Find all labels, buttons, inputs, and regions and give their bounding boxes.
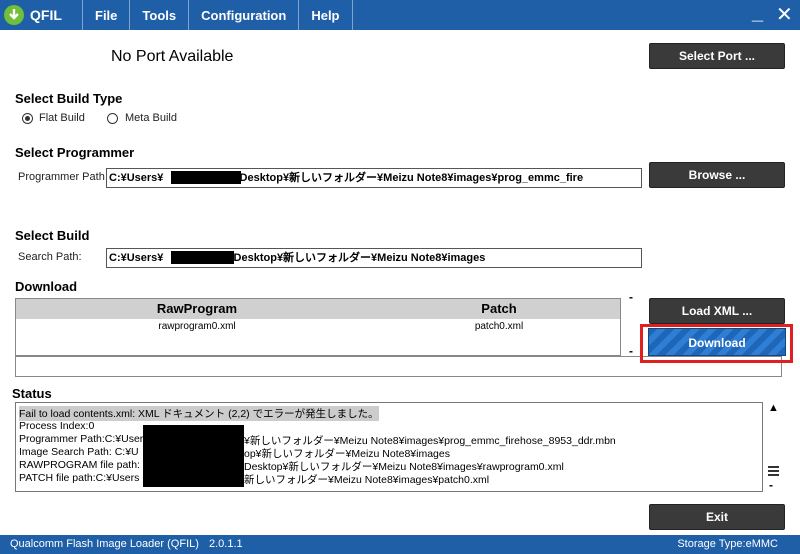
build-type-heading: Select Build Type [15,91,123,106]
browse-label: Browse ... [688,168,746,182]
status-line: Process Index:0 [19,420,95,432]
menu-tools[interactable]: Tools [129,0,188,30]
status-bar: Qualcomm Flash Image Loader (QFIL) 2.0.1… [0,535,800,554]
column-patch: Patch [481,301,517,316]
app-name: QFIL [30,7,62,23]
exit-button[interactable]: Exit [649,504,785,530]
download-table-header: RawProgram Patch [16,299,620,319]
search-path-suffix: ¥Desktop¥新しいフォルダー¥Meizu Note8¥images [227,252,486,264]
load-xml-button[interactable]: Load XML ... [649,298,785,324]
status-line: PATCH file path:C:¥Users [19,472,140,484]
exit-label: Exit [705,510,728,524]
programmer-path-label: Programmer Path [18,171,105,183]
redaction-block [143,425,244,487]
rawprogram-cell: rawprogram0.xml [158,321,236,332]
app-full-name: Qualcomm Flash Image Loader (QFIL) [10,538,199,550]
flat-build-radio[interactable] [22,113,33,124]
programmer-heading: Select Programmer [15,145,135,160]
app-version: 2.0.1.1 [209,538,243,550]
column-rawprogram: RawProgram [156,301,238,316]
status-line-tail: 新しいフォルダー¥Meizu Note8¥images¥patch0.xml [244,474,490,486]
status-line: RAWPROGRAM file path: [19,459,140,471]
menu-help[interactable]: Help [298,0,353,30]
close-button[interactable]: ✕ [776,4,793,26]
download-heading: Download [15,279,78,294]
load-xml-label: Load XML ... [681,304,753,318]
title-bar: QFIL File Tools Configuration Help _ ✕ [0,0,800,30]
status-log[interactable]: Fail to load contents.xml: XML ドキュメント (2… [15,402,763,492]
table-row[interactable]: rawprogram0.xml patch0.xml [16,321,620,337]
search-path-label: Search Path: [18,251,82,263]
status-heading: Status [12,386,52,401]
redaction-block [171,171,241,184]
search-path-prefix: C:¥Users¥ [109,252,164,264]
meta-build-label: Meta Build [125,112,177,124]
programmer-path-prefix: C:¥Users¥ [109,172,164,184]
flat-build-label: Flat Build [39,112,85,124]
status-resize[interactable]: - [769,478,773,492]
status-line: Fail to load contents.xml: XML ドキュメント (2… [19,406,379,421]
minimize-button[interactable]: _ [752,2,763,24]
download-table: RawProgram Patch rawprogram0.xml patch0.… [15,298,621,356]
select-port-label: Select Port ... [678,49,756,63]
table-resize-bottom[interactable]: - [629,344,633,358]
download-button[interactable]: Download [648,328,786,356]
patch-cell: patch0.xml [474,321,524,332]
storage-type: Storage Type:eMMC [677,538,778,550]
qfil-logo-icon [4,5,24,25]
browse-button[interactable]: Browse ... [649,162,785,188]
table-resize-top[interactable]: - [629,290,633,304]
select-build-heading: Select Build [15,228,90,243]
select-port-button[interactable]: Select Port ... [649,43,785,69]
scroll-thumb[interactable] [768,466,779,476]
redaction-block [171,251,234,264]
menu-file[interactable]: File [82,0,129,30]
status-line: Image Search Path: C:¥U [19,446,139,458]
meta-build-radio[interactable] [107,113,118,124]
scroll-up-icon[interactable]: ▲ [768,402,779,414]
programmer-path-suffix: ¥Desktop¥新しいフォルダー¥Meizu Note8¥images¥pro… [233,172,584,184]
menu-bar: File Tools Configuration Help [82,0,353,30]
status-line: Programmer Path:C:¥User [19,433,144,445]
port-status: No Port Available [111,48,234,65]
menu-configuration[interactable]: Configuration [188,0,298,30]
